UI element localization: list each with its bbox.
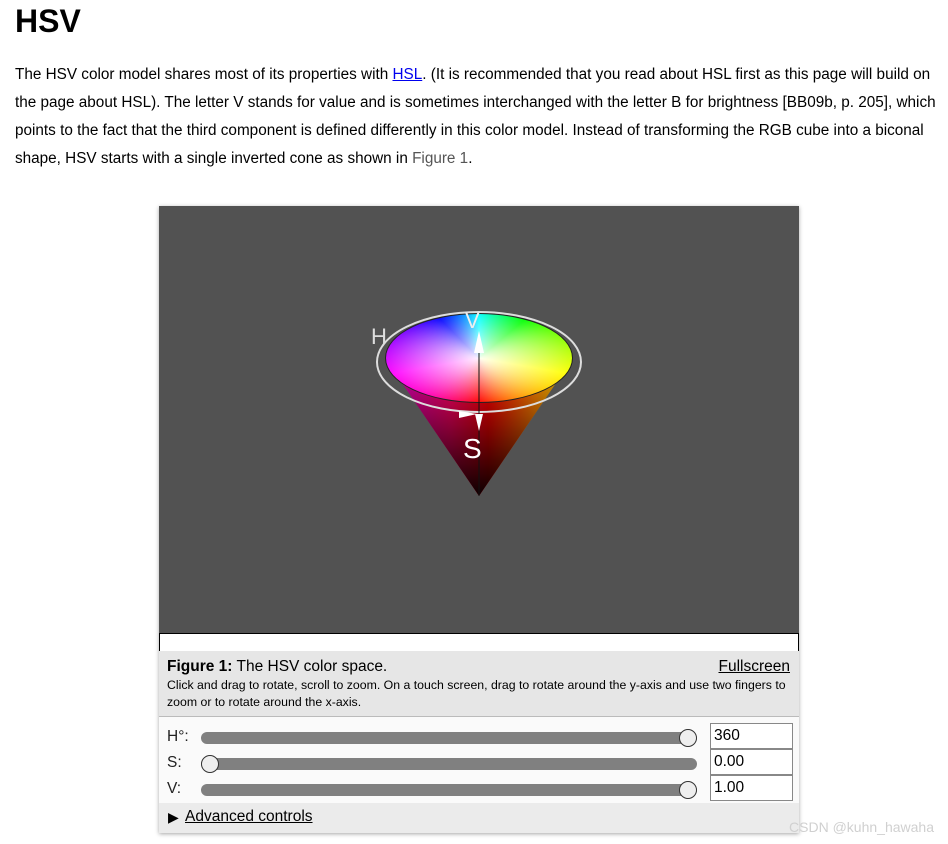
h-axis-label: H — [371, 324, 387, 349]
figure-1-link[interactable]: Figure 1 — [412, 150, 468, 167]
slider-label: S: — [167, 754, 182, 771]
slider-label: V: — [167, 780, 182, 797]
slider-thumb[interactable] — [679, 781, 697, 799]
watermark: CSDN @kuhn_hawaha — [789, 819, 934, 835]
h-value-input[interactable] — [710, 723, 793, 749]
h-slider[interactable] — [201, 729, 697, 747]
caption-description: Click and drag to rotate, scroll to zoom… — [167, 678, 786, 709]
slider-row-s: S: — [159, 749, 799, 775]
slider-controls: H°: S: V: — [159, 717, 799, 803]
intro-paragraph: The HSV color model shares most of its p… — [15, 61, 940, 173]
figure-1: H V S Figure 1: The HSV color space. Ful… — [159, 206, 799, 833]
slider-row-v: V: — [159, 775, 799, 801]
triangle-right-icon: ▶ — [168, 809, 179, 825]
advanced-controls-link[interactable]: Advanced controls — [185, 808, 313, 826]
s-axis-label: S — [463, 433, 482, 464]
v-axis-label: V — [465, 308, 480, 333]
axes-overlay: H V S — [371, 308, 582, 496]
intro-text: . — [468, 150, 473, 167]
s-slider[interactable] — [201, 755, 697, 773]
v-slider[interactable] — [201, 781, 697, 799]
v-value-input[interactable] — [710, 775, 793, 801]
intro-text: The HSV color model shares most of its p… — [15, 66, 393, 83]
caption-label: Figure 1: — [167, 658, 233, 675]
slider-row-h: H°: — [159, 723, 799, 749]
caption-text: The HSV color space. — [232, 658, 388, 675]
advanced-controls-toggle[interactable]: ▶ Advanced controls — [159, 803, 799, 833]
fullscreen-link[interactable]: Fullscreen — [719, 658, 791, 676]
canvas-bottom-bar — [159, 633, 799, 652]
s-value-input[interactable] — [710, 749, 793, 775]
slider-label: H°: — [167, 728, 189, 745]
slider-thumb[interactable] — [201, 755, 219, 773]
figure-caption: Figure 1: The HSV color space. Fullscree… — [159, 651, 799, 717]
v-arrow-icon — [474, 331, 484, 353]
s-arrow-icon — [475, 414, 483, 431]
page-title: HSV — [15, 3, 81, 39]
slider-thumb[interactable] — [679, 729, 697, 747]
hsl-link[interactable]: HSL — [392, 66, 422, 83]
hsv-3d-canvas[interactable]: H V S — [159, 206, 799, 633]
